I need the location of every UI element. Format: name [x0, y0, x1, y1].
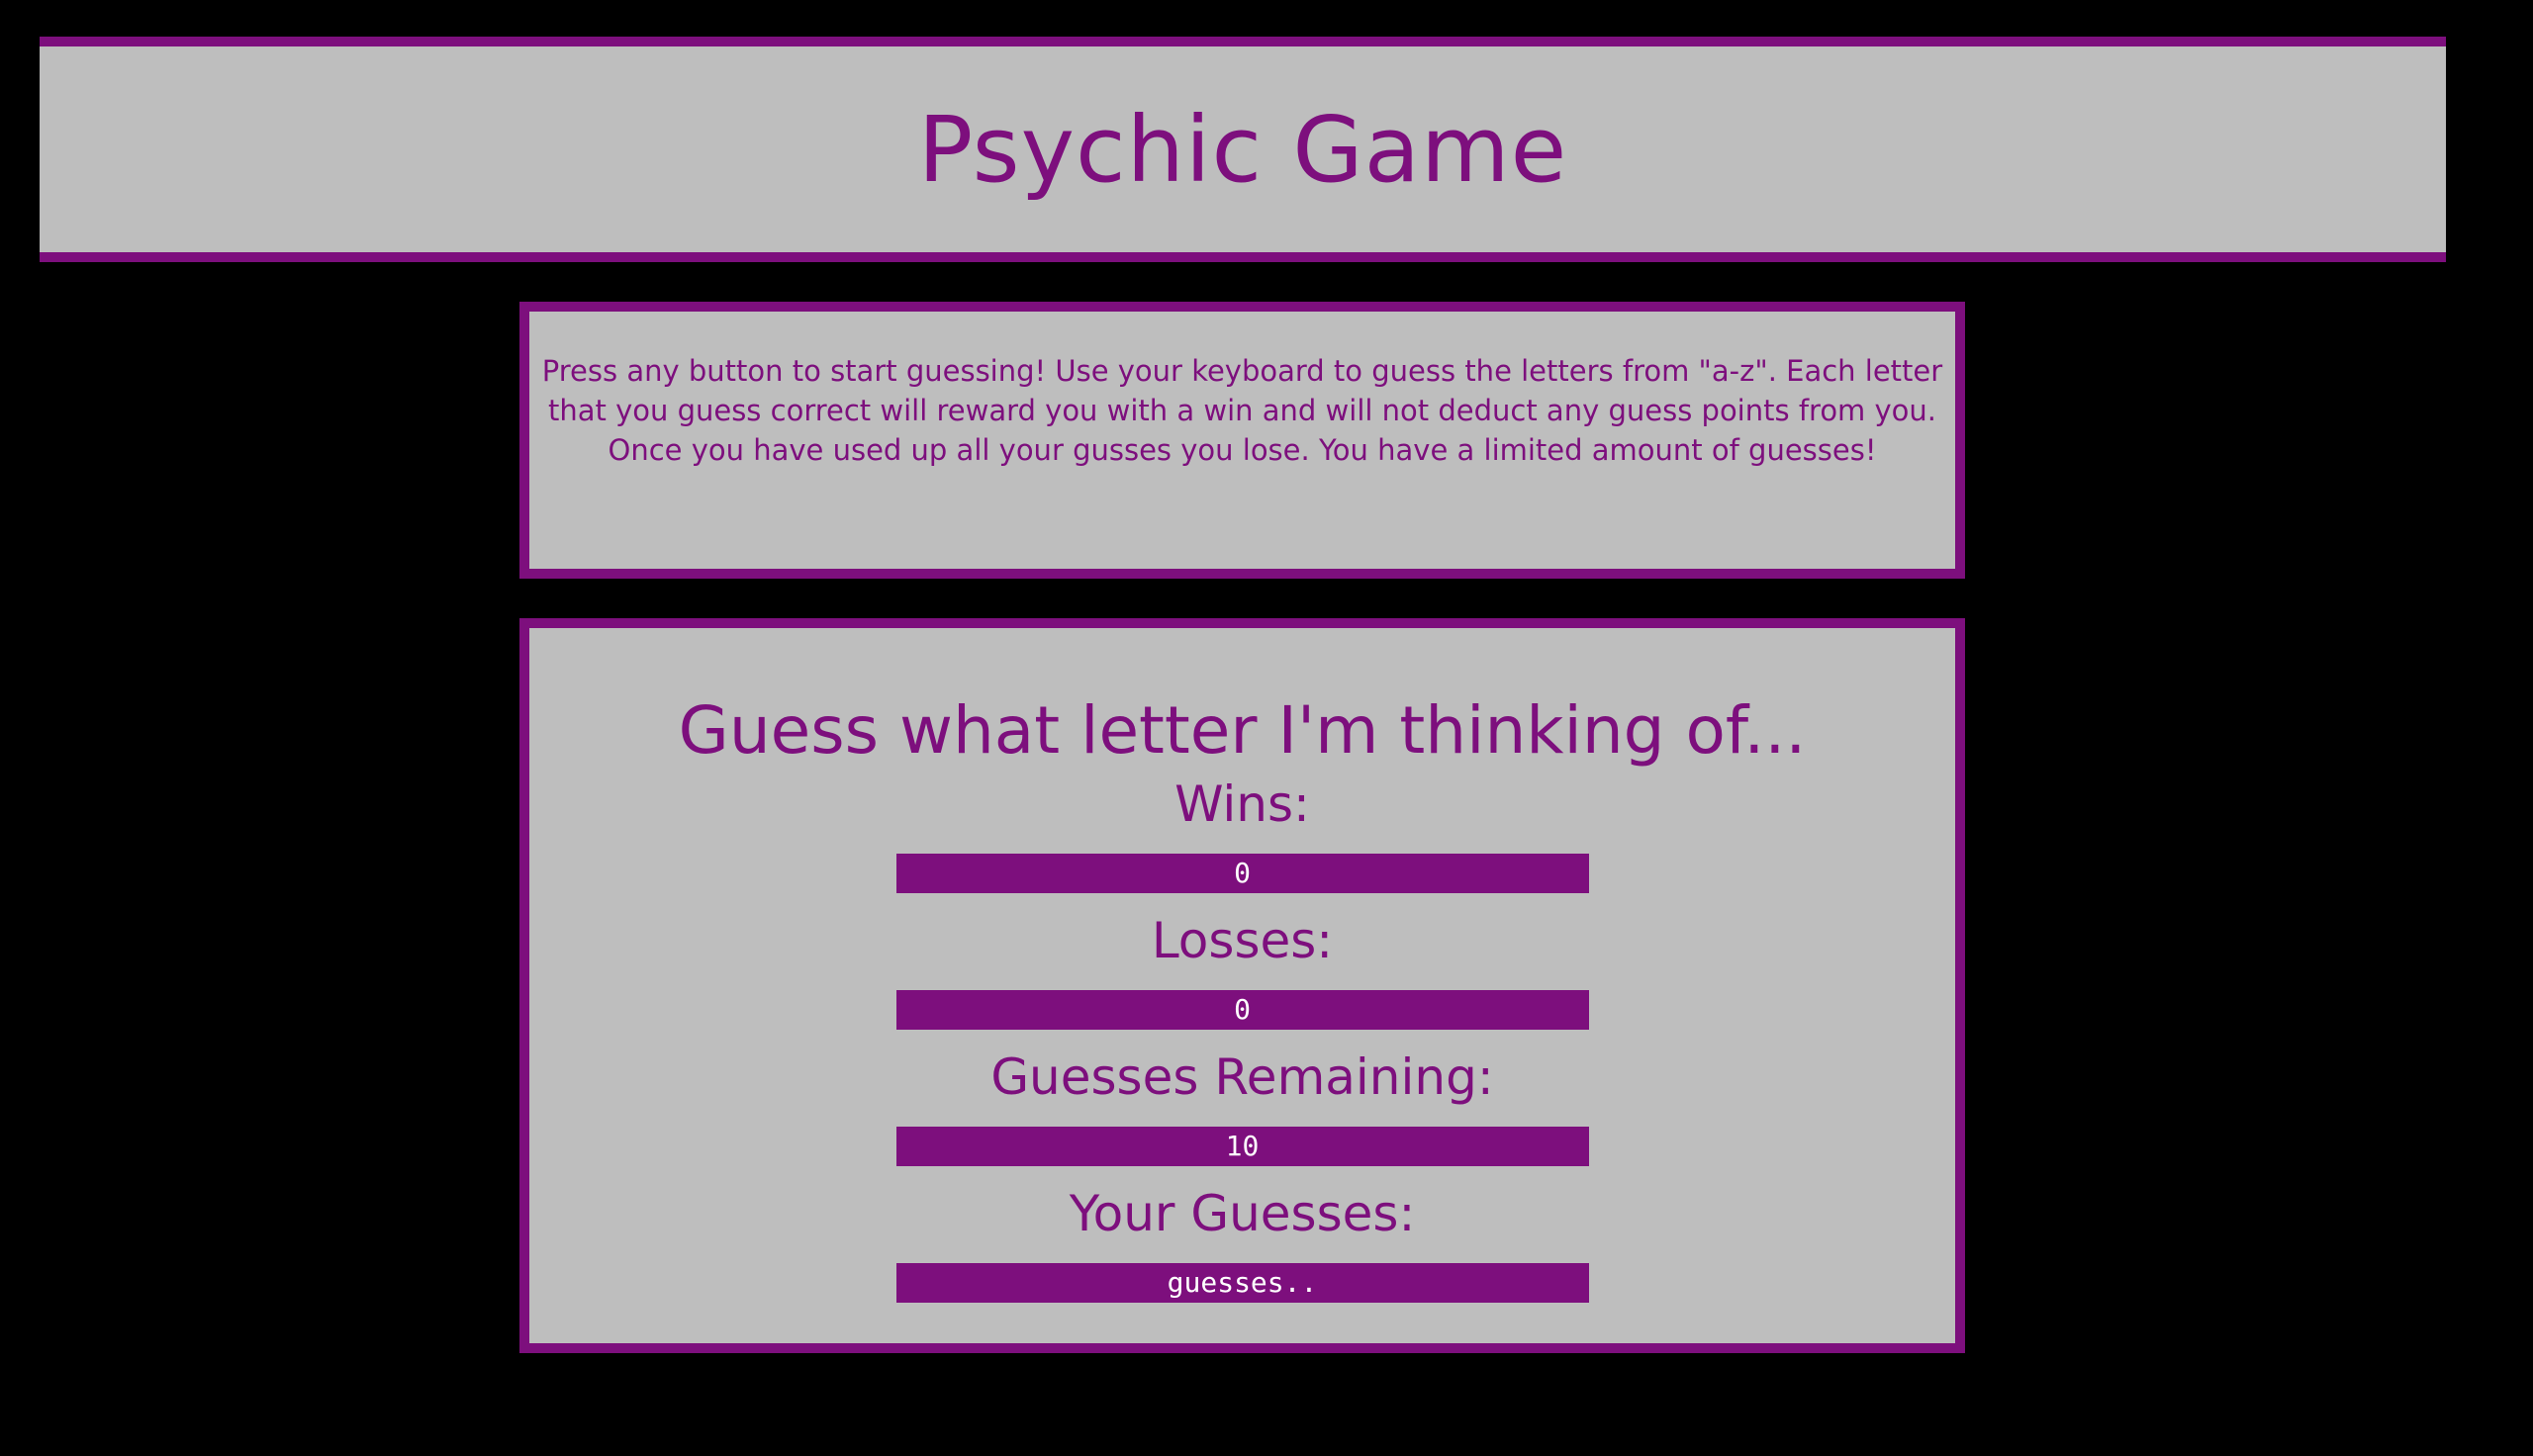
game-panel: Guess what letter I'm thinking of... Win… — [519, 618, 1965, 1353]
losses-label: Losses: — [1151, 912, 1334, 969]
header-banner: Psychic Game — [40, 37, 2446, 262]
guesses-remaining-label: Guesses Remaining: — [990, 1048, 1494, 1106]
wins-value: 0 — [895, 854, 1589, 893]
guesses-remaining-value: 10 — [895, 1127, 1589, 1166]
page: Psychic Game Press any button to start g… — [0, 0, 2533, 1456]
page-title: Psychic Game — [917, 96, 1568, 203]
game-heading: Guess what letter I'm thinking of... — [678, 692, 1807, 769]
instructions-text: Press any button to start guessing! Use … — [541, 354, 1943, 467]
your-guesses-value: guesses.. — [895, 1263, 1589, 1303]
wins-label: Wins: — [1174, 775, 1310, 833]
your-guesses-label: Your Guesses: — [1069, 1185, 1416, 1242]
instructions-panel: Press any button to start guessing! Use … — [519, 302, 1965, 579]
losses-value: 0 — [895, 990, 1589, 1030]
